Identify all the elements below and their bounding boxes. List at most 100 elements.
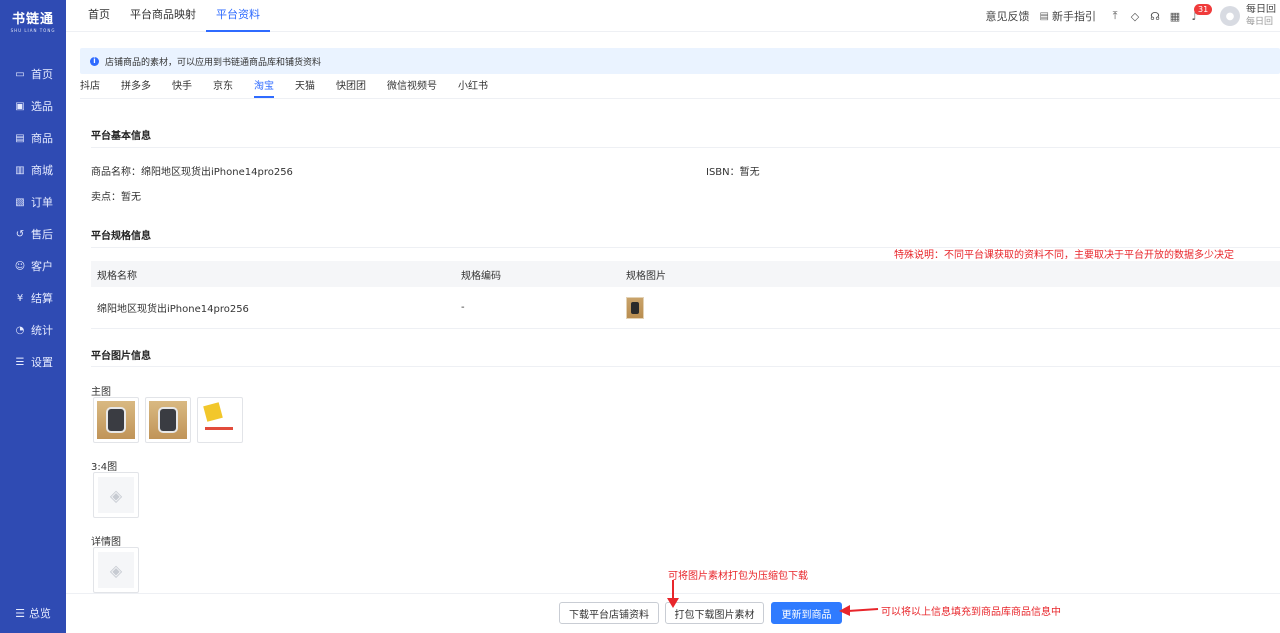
notification-badge: 31 (1194, 3, 1213, 15)
platform-tabs: 抖店 拼多多 快手 京东 淘宝 天猫 快团团 微信视频号 小红书 (80, 77, 1280, 99)
settlement-icon: ¥ (16, 292, 24, 304)
update-to-product-button[interactable]: 更新到商品 (771, 602, 842, 624)
product-photo (149, 401, 187, 439)
sidebar: 书链通 SHU LIAN TONG ▭ 首页 ▣ 选品 ▤ 商品 ▥ 商城 ▧ 订单 ↺ 售… (0, 0, 66, 633)
tab-kuaituantuan[interactable]: 快团团 (336, 77, 366, 98)
menu-icon: ☰ (15, 606, 25, 620)
detail-image-placeholder[interactable]: ◈ (93, 547, 139, 593)
sidebar-item-stats[interactable]: ◔ 统计 (0, 314, 66, 346)
tab-xiaohongshu[interactable]: 小红书 (458, 77, 488, 98)
info-icon: i (90, 56, 99, 66)
column-header-spec-name: 规格名称 (97, 270, 137, 282)
sidebar-item-label: 首页 (31, 68, 53, 81)
sidebar-item-settings[interactable]: ☰ 设置 (0, 346, 66, 378)
headset-icon[interactable]: ☊ (1146, 10, 1164, 23)
diamond-icon[interactable]: ◇ (1126, 10, 1144, 23)
tab-tmall[interactable]: 天猫 (295, 77, 315, 98)
table-row: 绵阳地区现货出iPhone14pro256 - (91, 287, 1280, 329)
sidebar-item-home[interactable]: ▭ 首页 (0, 58, 66, 90)
product-name-value: 绵阳地区现货出iPhone14pro256 (141, 167, 293, 178)
tab-home[interactable]: 首页 (78, 0, 120, 32)
sidebar-item-label: 售后 (31, 228, 53, 241)
settings-icon: ☰ (15, 356, 25, 368)
sidebar-item-label: 订单 (31, 196, 53, 209)
selling-point-value: 暂无 (121, 192, 141, 203)
sidebar-item-overview[interactable]: ☰ 总览 (0, 601, 66, 625)
ratio-image-placeholder[interactable]: ◈ (93, 472, 139, 518)
tab-jd[interactable]: 京东 (213, 77, 233, 98)
main-image-thumbnail[interactable] (197, 397, 243, 443)
sidebar-item-select[interactable]: ▣ 选品 (0, 90, 66, 122)
spec-image-cell (620, 296, 644, 319)
sidebar-item-label: 选品 (31, 100, 53, 113)
isbn-value: 暂无 (739, 167, 760, 178)
header-actions: 意见反馈 ▤ 新手指引 ⤒ ◇ ☊ ▦ ♪ 31 ● 每日回 每日回 (986, 0, 1280, 32)
arrow-left-icon (839, 605, 879, 616)
tab-platform-data[interactable]: 平台资料 (206, 0, 270, 32)
image-placeholder-icon: ◈ (98, 552, 134, 588)
bell-icon[interactable]: ♪ 31 (1186, 3, 1213, 23)
isbn-field: ISBN：暂无 (706, 163, 760, 178)
column-header-spec-image: 规格图片 (626, 270, 666, 282)
top-tabs: 首页 平台商品映射 平台资料 (78, 0, 270, 32)
sidebar-item-label: 商品 (31, 132, 53, 145)
main-image-thumbnail[interactable] (145, 397, 191, 443)
sidebar-item-settlement[interactable]: ¥ 结算 (0, 282, 66, 314)
monitor-icon: ▭ (15, 68, 25, 80)
divider (91, 366, 1280, 367)
avatar[interactable]: ● (1220, 6, 1240, 26)
tab-kuaishou[interactable]: 快手 (172, 77, 192, 98)
product-icon: ▤ (15, 132, 25, 144)
main-content: i 店铺商品的素材，可以应用到书链通商品库和铺货资料 抖店 拼多多 快手 京东 … (66, 33, 1280, 633)
column-header-spec-code: 规格编码 (461, 270, 501, 282)
sidebar-item-label: 设置 (31, 356, 53, 369)
sidebar-item-customer[interactable]: ☺ 客户 (0, 250, 66, 282)
selling-point-label: 卖点： (91, 192, 121, 203)
tab-wechat-channels[interactable]: 微信视频号 (387, 77, 437, 98)
select-icon: ▣ (15, 100, 25, 112)
app-logo[interactable]: 书链通 SHU LIAN TONG (0, 8, 66, 33)
sidebar-item-label: 统计 (31, 324, 53, 337)
promo-photo (201, 401, 239, 439)
user-name: 每日回 (1246, 4, 1276, 15)
logo-text: 书链通 (11, 12, 54, 27)
spec-info-title: 平台规格信息 (91, 231, 151, 242)
feedback-link[interactable]: 意见反馈 (986, 8, 1030, 24)
guide-link[interactable]: ▤ 新手指引 (1040, 8, 1096, 24)
document-icon[interactable]: ▦ (1166, 10, 1184, 23)
notice-text: 店铺商品的素材，可以应用到书链通商品库和铺货资料 (105, 57, 322, 68)
tab-product-mapping[interactable]: 平台商品映射 (120, 0, 206, 32)
tab-taobao[interactable]: 淘宝 (254, 77, 274, 98)
pack-note-annotation: 可将图片素材打包为压缩包下载 (668, 571, 808, 582)
update-note-annotation: 可以将以上信息填充到商品库商品信息中 (881, 607, 1061, 618)
guide-label: 新手指引 (1052, 10, 1096, 23)
user-subtitle: 每日回 (1246, 17, 1274, 27)
special-note-annotation: 特殊说明：不同平台课获取的资料不同，主要取决于平台开放的数据多少决定 (894, 250, 1234, 261)
sidebar-item-label: 总览 (28, 607, 51, 620)
tab-pinduoduo[interactable]: 拼多多 (121, 77, 151, 98)
upload-icon[interactable]: ⤒ (1106, 9, 1124, 23)
product-name-label: 商品名称： (91, 167, 141, 178)
main-image-thumbnail[interactable] (93, 397, 139, 443)
sidebar-nav: ▭ 首页 ▣ 选品 ▤ 商品 ▥ 商城 ▧ 订单 ↺ 售后 ☺ 客户 ¥ 结算 ◔ 统计 ☰ 设置 (0, 58, 66, 378)
order-icon: ▧ (15, 196, 25, 208)
notice-bar: i 店铺商品的素材，可以应用到书链通商品库和铺货资料 (80, 48, 1280, 74)
spec-table: 规格名称 规格编码 规格图片 绵阳地区现货出iPhone14pro256 - (91, 261, 1280, 329)
product-name-field: 商品名称：绵阳地区现货出iPhone14pro256 (91, 163, 293, 178)
isbn-label: ISBN： (706, 167, 740, 178)
sidebar-item-product[interactable]: ▤ 商品 (0, 122, 66, 154)
spec-image-thumbnail[interactable] (626, 296, 644, 319)
book-icon: ▤ (1039, 10, 1049, 22)
sidebar-item-label: 客户 (31, 260, 53, 273)
sidebar-item-shop[interactable]: ▥ 商城 (0, 154, 66, 186)
user-menu[interactable]: 每日回 每日回 (1246, 4, 1280, 28)
shop-icon: ▥ (15, 164, 25, 176)
spec-name-cell: 绵阳地区现货出iPhone14pro256 (97, 304, 249, 315)
detail-image-label: 详情图 (91, 537, 121, 548)
tab-douyin[interactable]: 抖店 (80, 77, 100, 98)
aftersale-icon: ↺ (15, 228, 25, 240)
download-platform-data-button[interactable]: 下载平台店铺资料 (559, 602, 659, 624)
sidebar-item-order[interactable]: ▧ 订单 (0, 186, 66, 218)
spec-code-cell: - (461, 302, 465, 313)
sidebar-item-aftersale[interactable]: ↺ 售后 (0, 218, 66, 250)
